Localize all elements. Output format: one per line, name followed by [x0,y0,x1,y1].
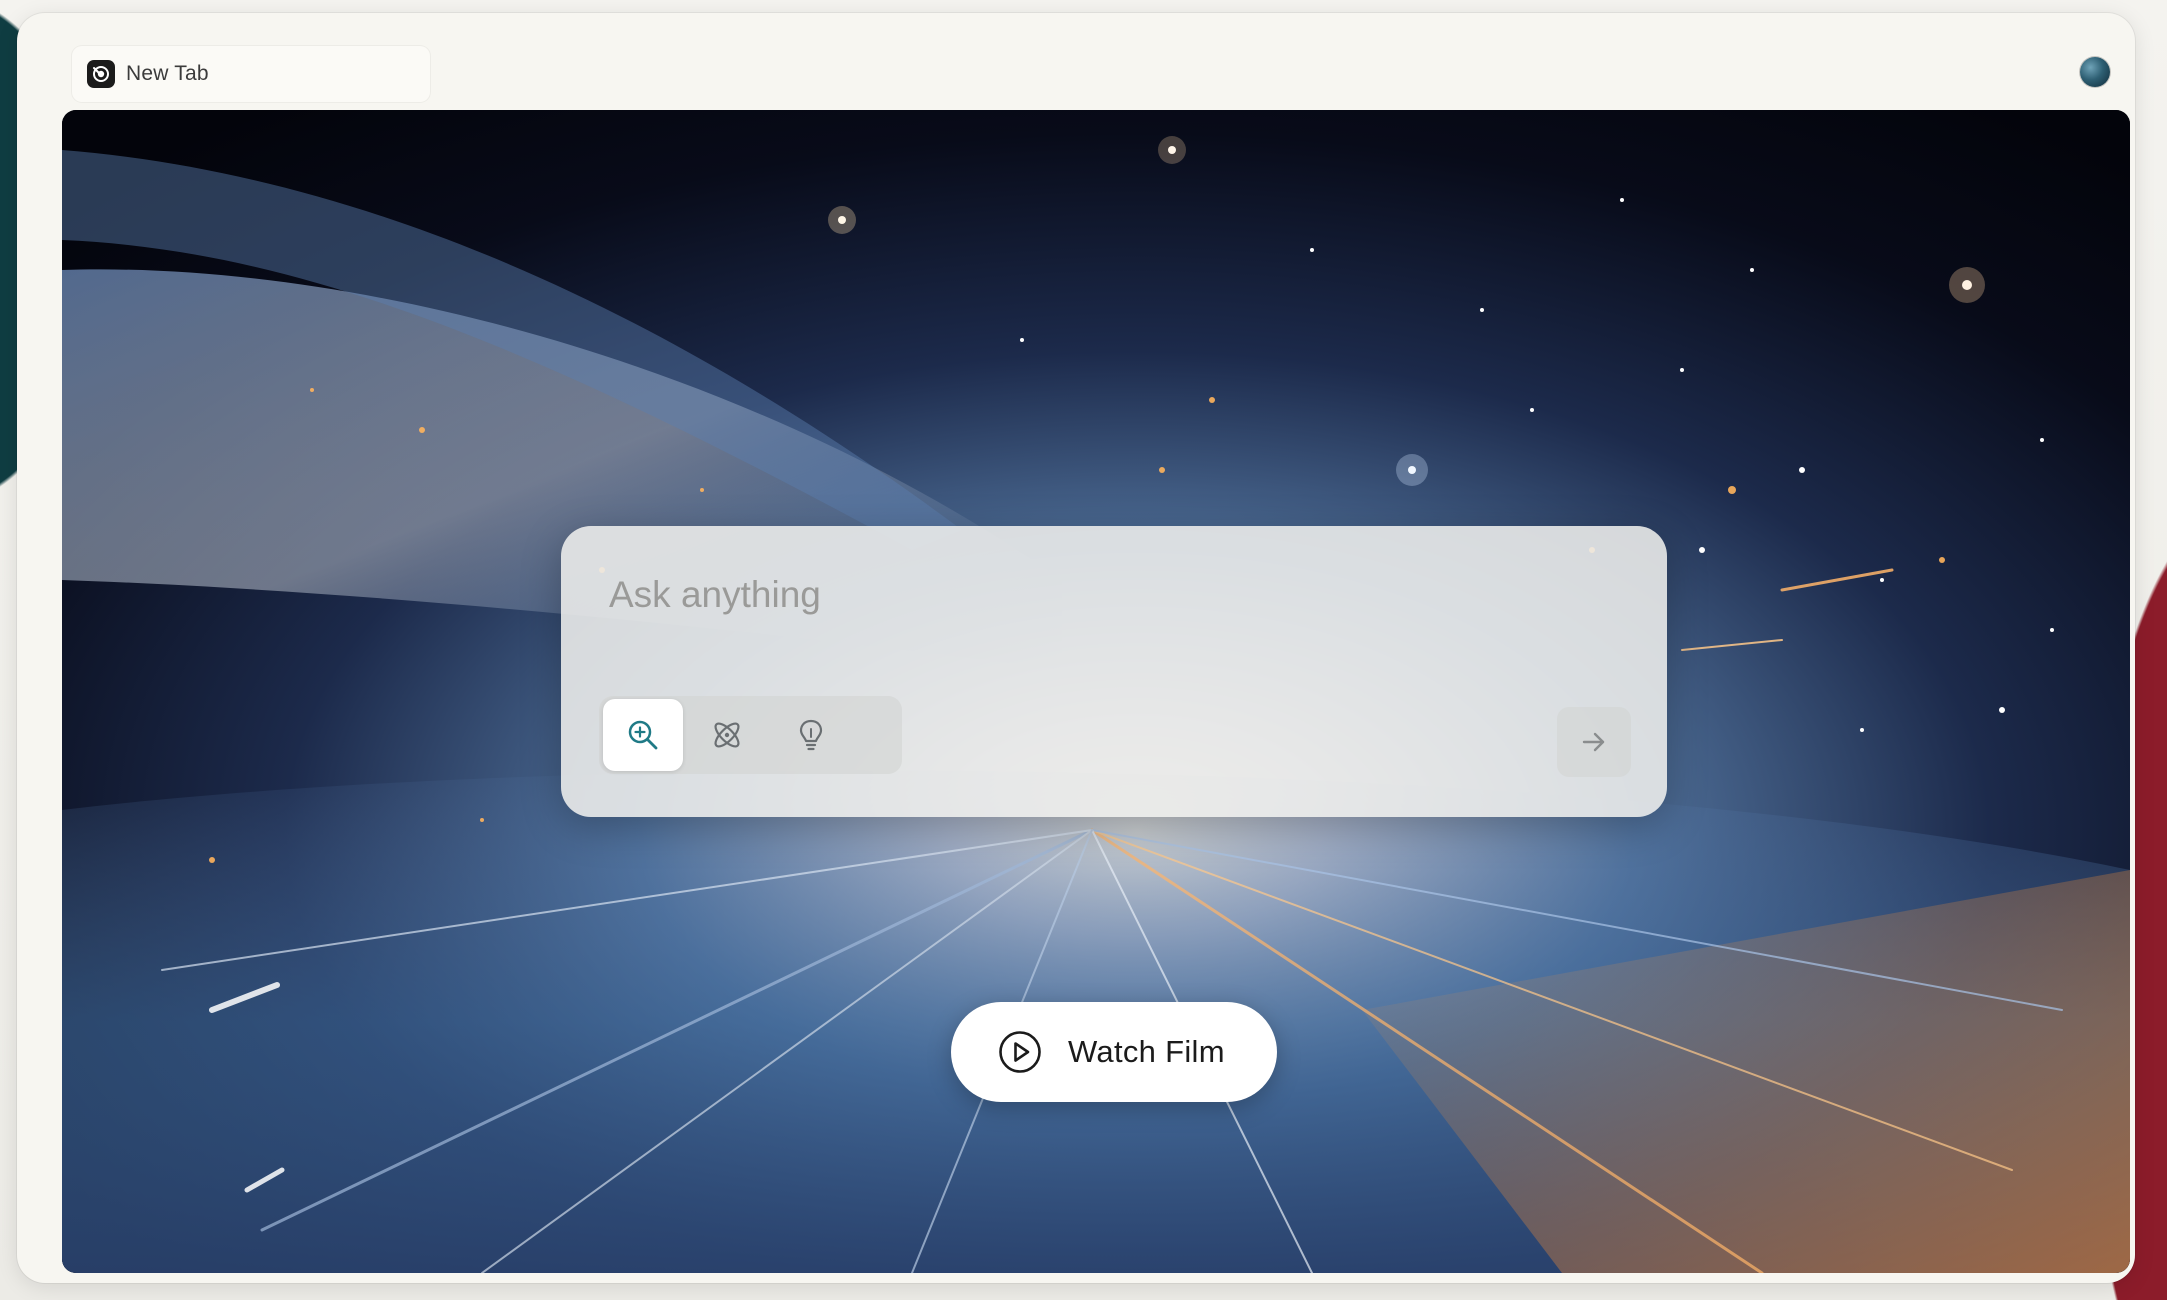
submit-button[interactable] [1557,707,1631,777]
search-zoom-icon [628,720,658,750]
profile-avatar-icon[interactable] [2080,57,2110,87]
search-input[interactable] [607,564,1611,626]
watch-film-label: Watch Film [1068,1034,1225,1069]
atom-icon [714,722,740,748]
arrow-right-icon [1582,732,1605,752]
mode-research-button[interactable] [687,699,767,771]
new-tab-page: Watch Film [62,110,2130,1273]
perplexity-comet-icon [87,60,115,88]
tab-title: New Tab [126,62,209,85]
tab-bar: New Tab [17,13,2135,109]
browser-window: New Tab Ask anything Watch Film [17,13,2135,1283]
play-circle-icon [999,1031,1041,1073]
mode-labs-button[interactable] [771,699,851,771]
lightbulb-icon [799,719,823,751]
mode-search-button[interactable] [603,699,683,771]
tab-new-tab[interactable]: New Tab [72,46,430,102]
search-mode-selector [599,696,902,774]
search-box [561,526,1667,817]
watch-film-button[interactable]: Watch Film [951,1002,1277,1102]
